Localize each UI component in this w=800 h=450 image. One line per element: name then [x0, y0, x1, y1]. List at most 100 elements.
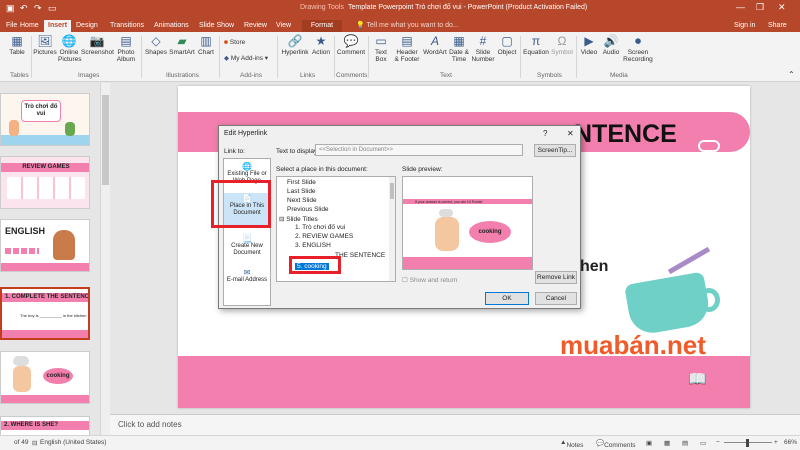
comment-button[interactable]: 💬 Comment	[336, 34, 366, 56]
zoom-out-icon[interactable]: −	[716, 439, 720, 446]
shapes-button[interactable]: ◇ Shapes	[144, 34, 168, 56]
camera-icon: 📷	[89, 34, 105, 48]
screen-recording-button[interactable]: ⏺ Screen Recording	[622, 34, 654, 63]
slide-sorter-icon[interactable]: ▦	[664, 439, 670, 447]
slide-text-fragment[interactable]: hen	[580, 258, 608, 276]
textbox-label-1: Text	[375, 49, 387, 56]
tab-animations[interactable]: Animations	[150, 20, 193, 32]
zoom-in-icon[interactable]: +	[774, 439, 778, 446]
slide-thumbnail[interactable]: cooking	[0, 351, 90, 404]
tab-transitions[interactable]: Transitions	[106, 20, 148, 32]
tree-item[interactable]: Previous Slide	[287, 206, 329, 213]
object-button[interactable]: ▢ Object	[496, 34, 518, 56]
tell-me-box[interactable]: 💡 Tell me what you want to do...	[352, 20, 463, 32]
notes-toggle[interactable]: ▲ Notes	[560, 439, 583, 449]
book-icon[interactable]: 📖	[688, 370, 707, 388]
present-icon[interactable]: ▭	[48, 3, 57, 14]
tab-home[interactable]: Home	[16, 20, 43, 32]
audio-button[interactable]: 🔊 Audio	[600, 34, 622, 56]
tree-item[interactable]: First Slide	[287, 179, 316, 186]
minimize-icon[interactable]: —	[736, 2, 745, 12]
tree-item[interactable]: 1. Trò chơi đố vui	[295, 224, 345, 231]
smartart-button[interactable]: ▰ SmartArt	[169, 34, 195, 56]
thumbnail-scrollbar[interactable]	[100, 83, 110, 435]
comments-toggle[interactable]: 💬 Comments	[596, 439, 636, 449]
tree-item-expander[interactable]: ⊟ Slide Titles	[279, 215, 318, 223]
restore-icon[interactable]: ❐	[756, 2, 764, 13]
tab-format[interactable]: Format	[302, 20, 342, 32]
slideshow-view-icon[interactable]: ▭	[700, 439, 706, 447]
link-email[interactable]: ✉ E-mail Address	[224, 269, 270, 284]
share-button[interactable]: Share	[764, 20, 791, 32]
notes-pane[interactable]: Click to add notes	[110, 414, 800, 435]
slide-title-fragment[interactable]: NTENCE	[574, 120, 677, 149]
textbox-button[interactable]: ▭ Text Box	[371, 34, 391, 63]
dialog-close-icon[interactable]: ✕	[567, 129, 574, 138]
tab-review[interactable]: Review	[240, 20, 271, 32]
slide-thumbnail[interactable]: Trò chơi đố vui	[0, 93, 90, 146]
table-button[interactable]: ▦ Table	[6, 34, 28, 56]
tree-item[interactable]: 3. ENGLISH	[295, 242, 331, 249]
header-footer-button[interactable]: ▤ Header & Footer	[392, 34, 422, 63]
symbol-button[interactable]: Ω Symbol	[550, 34, 574, 56]
online-pictures-button[interactable]: 🌐 Online Pictures	[58, 34, 81, 63]
tab-slideshow[interactable]: Slide Show	[195, 20, 238, 32]
slide-thumbnail[interactable]: 2. WHERE IS SHE?	[0, 416, 90, 435]
thumb-bubble: cooking	[43, 368, 73, 384]
slide-thumbnail-selected[interactable]: 1. COMPLETE THE SENTENCE The boy is ____…	[0, 287, 90, 340]
slide-thumbnail[interactable]: ENGLISH	[0, 219, 90, 272]
tree-item[interactable]: 2. REVIEW GAMES	[295, 233, 353, 240]
normal-view-icon[interactable]: ▣	[646, 439, 652, 447]
datetime-button[interactable]: ▦ Date & Time	[448, 34, 470, 63]
remove-link-button[interactable]: Remove Link	[535, 271, 577, 284]
reading-view-icon[interactable]: ▤	[682, 439, 688, 447]
sign-in-link[interactable]: Sign in	[730, 20, 759, 32]
screenshot-button[interactable]: 📷 Screenshot	[81, 34, 114, 56]
undo-icon[interactable]: ↶	[20, 3, 28, 14]
slide-number-button[interactable]: # Slide Number	[470, 34, 496, 63]
arrow-shape[interactable]	[698, 140, 720, 152]
equation-button[interactable]: π Equation	[522, 34, 550, 56]
screentip-button[interactable]: ScreenTip...	[534, 144, 576, 157]
text-to-display-input[interactable]: <<Selection in Document>>	[315, 144, 523, 156]
character-figure	[435, 217, 459, 251]
spelling-icon[interactable]: ⊟	[32, 439, 37, 447]
slide-thumbnail[interactable]: REVIEW GAMES	[0, 156, 90, 209]
close-window-icon[interactable]: ✕	[778, 2, 786, 13]
language-indicator[interactable]: English (United States)	[40, 439, 106, 446]
my-addins-button[interactable]: ◆ My Add-ins ▾	[224, 54, 268, 62]
link-create-new[interactable]: 📃 Create New Document	[224, 235, 270, 257]
ok-button[interactable]: OK	[485, 292, 529, 305]
tree-item[interactable]: Last Slide	[287, 188, 316, 195]
tab-view[interactable]: View	[272, 20, 295, 32]
chef-hat	[439, 209, 453, 217]
help-icon[interactable]: ?	[543, 129, 547, 138]
tree-item[interactable]: THE SENTENCE	[335, 252, 385, 259]
zoom-slider-thumb[interactable]	[746, 439, 749, 447]
link-email-label: E-mail Address	[226, 277, 268, 283]
save-icon[interactable]: ▣	[6, 3, 15, 14]
scrollbar-thumb[interactable]	[102, 95, 109, 185]
hyperlink-label: Hyperlink	[281, 49, 309, 56]
show-return-option[interactable]: ☐ Show and return	[402, 276, 457, 284]
hyperlink-button[interactable]: 🔗 Hyperlink	[280, 34, 310, 56]
video-button[interactable]: ▶ Video	[578, 34, 600, 56]
tree-scrollbar-thumb[interactable]	[390, 183, 394, 199]
redo-icon[interactable]: ↷	[34, 3, 42, 14]
cancel-button[interactable]: Cancel	[535, 292, 577, 305]
collapse-ribbon-icon[interactable]: ⌃	[788, 70, 795, 79]
wordart-button[interactable]: A WordArt	[422, 34, 448, 56]
zoom-level[interactable]: 66%	[784, 439, 797, 446]
chart-button[interactable]: ▥ Chart	[196, 34, 216, 56]
dialog-title: Edit Hyperlink	[224, 130, 268, 137]
store-button[interactable]: ■ Store	[224, 39, 245, 46]
tab-insert[interactable]: Insert	[44, 20, 72, 32]
pictures-button[interactable]: 🖼 Pictures	[33, 34, 57, 56]
tree-item[interactable]: Next Slide	[287, 197, 317, 204]
tree-scrollbar[interactable]	[389, 177, 395, 281]
photo-album-button[interactable]: ▤ Photo Album	[114, 34, 138, 63]
slidenum-label-2: Number	[471, 56, 495, 63]
tab-design[interactable]: Design	[72, 20, 102, 32]
action-button[interactable]: ★ Action	[310, 34, 332, 56]
chart-label: Chart	[198, 49, 214, 56]
